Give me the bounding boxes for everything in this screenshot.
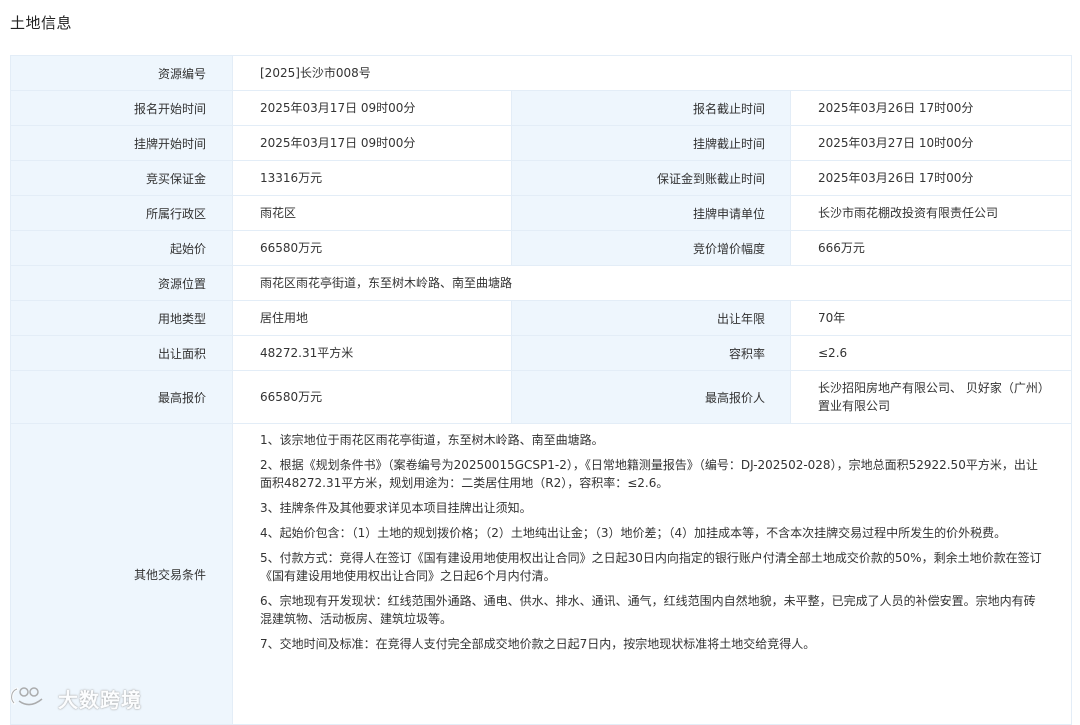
resource-no-label: 资源编号 (10, 55, 233, 91)
top-bidder-label: 最高报价人 (511, 370, 791, 424)
table-row: 所属行政区 雨花区 挂牌申请单位 长沙市雨花棚改投资有限责任公司 (10, 195, 1073, 231)
table-row: 挂牌开始时间 2025年03月17日 09时00分 挂牌截止时间 2025年03… (10, 125, 1073, 161)
other-terms-list: 1、该宗地位于雨花区雨花亭街道，东至树木岭路、南至曲塘路。 2、根据《规划条件书… (233, 424, 1071, 663)
list-item: 2、根据《规划条件书》（案卷编号为20250015GCSP1-2），《日常地籍测… (260, 458, 1038, 490)
area-label: 出让面积 (10, 335, 233, 371)
location-value: 雨花区雨花亭街道，东至树木岭路、南至曲塘路 (231, 265, 1073, 301)
listing-start-value: 2025年03月17日 09时00分 (232, 125, 512, 161)
signup-start-value: 2025年03月17日 09时00分 (232, 90, 512, 126)
signup-start-label: 报名开始时间 (10, 90, 233, 126)
deposit-deadline-label: 保证金到账截止时间 (511, 160, 791, 196)
land-use-label: 用地类型 (10, 300, 233, 336)
resource-no-value: [2025]长沙市008号 (231, 55, 1073, 91)
applicant-label: 挂牌申请单位 (511, 195, 791, 231)
term-value: 70年 (789, 300, 1073, 336)
list-item: 6、宗地现有开发现状：红线范围外通路、通电、供水、排水、通讯、通气，红线范围内自… (260, 594, 1036, 626)
start-price-label: 起始价 (10, 230, 233, 266)
list-item: 7、交地时间及标准：在竞得人支付完全部成交地价款之日起7日内，按宗地现状标准将土… (260, 637, 816, 651)
page-title: 土地信息 (10, 14, 73, 32)
term-label: 出让年限 (511, 300, 791, 336)
list-item: 5、付款方式：竞得人在签订《国有建设用地使用权出让合同》之日起30日内向指定的银… (260, 551, 1042, 583)
watermark-text: 大数跨境 (58, 687, 142, 712)
signup-end-value: 2025年03月26日 17时00分 (789, 90, 1073, 126)
increment-label: 竞价增价幅度 (511, 230, 791, 266)
listing-start-label: 挂牌开始时间 (10, 125, 233, 161)
top-price-label: 最高报价 (10, 370, 233, 424)
listing-end-value: 2025年03月27日 10时00分 (789, 125, 1073, 161)
other-terms-label: 其他交易条件 (10, 423, 233, 725)
far-label: 容积率 (511, 335, 791, 371)
listing-end-label: 挂牌截止时间 (511, 125, 791, 161)
list-item: 3、挂牌条件及其他要求详见本项目挂牌出让须知。 (260, 501, 532, 515)
land-info-table: 资源编号 [2025]长沙市008号 报名开始时间 2025年03月17日 09… (10, 55, 1073, 725)
table-row: 资源编号 [2025]长沙市008号 (10, 55, 1073, 91)
area-value: 48272.31平方米 (232, 335, 512, 371)
signup-end-label: 报名截止时间 (511, 90, 791, 126)
far-value: ≤2.6 (789, 335, 1073, 371)
list-item: 1、该宗地位于雨花区雨花亭街道，东至树木岭路、南至曲塘路。 (260, 433, 604, 447)
location-label: 资源位置 (10, 265, 233, 301)
top-price-value: 66580万元 (232, 370, 512, 424)
table-row: 用地类型 居住用地 出让年限 70年 (10, 300, 1073, 336)
district-label: 所属行政区 (10, 195, 233, 231)
applicant-value: 长沙市雨花棚改投资有限责任公司 (789, 195, 1073, 231)
other-terms-cell: 1、该宗地位于雨花区雨花亭街道，东至树木岭路、南至曲塘路。 2、根据《规划条件书… (231, 423, 1073, 725)
deposit-deadline-value: 2025年03月26日 17时00分 (789, 160, 1073, 196)
increment-value: 666万元 (789, 230, 1073, 266)
top-bidder-value: 长沙招阳房地产有限公司、 贝好家（广州）置业有限公司 (789, 370, 1073, 424)
table-row: 起始价 66580万元 竞价增价幅度 666万元 (10, 230, 1073, 266)
watermark: 大数跨境 (8, 683, 142, 713)
list-item: 4、起始价包含：（1）土地的规划拨价格；（2）土地纯出让金；（3）地价差；（4）… (260, 526, 1007, 540)
table-row: 资源位置 雨花区雨花亭街道，东至树木岭路、南至曲塘路 (10, 265, 1073, 301)
table-row: 出让面积 48272.31平方米 容积率 ≤2.6 (10, 335, 1073, 371)
table-row: 报名开始时间 2025年03月17日 09时00分 报名截止时间 2025年03… (10, 90, 1073, 126)
table-row: 最高报价 66580万元 最高报价人 长沙招阳房地产有限公司、 贝好家（广州）置… (10, 370, 1073, 424)
deposit-label: 竞买保证金 (10, 160, 233, 196)
table-row: 竞买保证金 13316万元 保证金到账截止时间 2025年03月26日 17时0… (10, 160, 1073, 196)
deposit-value: 13316万元 (232, 160, 512, 196)
table-row: 其他交易条件 1、该宗地位于雨花区雨花亭街道，东至树木岭路、南至曲塘路。 2、根… (10, 423, 1073, 725)
land-use-value: 居住用地 (232, 300, 512, 336)
start-price-value: 66580万元 (232, 230, 512, 266)
district-value: 雨花区 (232, 195, 512, 231)
logo-icon (8, 683, 52, 713)
